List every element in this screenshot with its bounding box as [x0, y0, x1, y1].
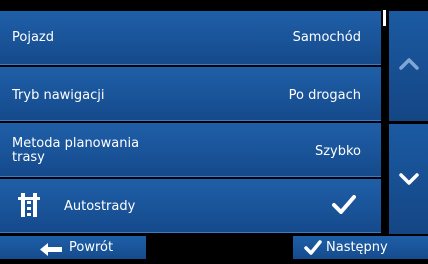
check-icon-next — [304, 240, 322, 263]
settings-row-navigation-mode[interactable]: Tryb nawigacji Po drogach — [0, 67, 381, 121]
back-button[interactable]: Powrót — [0, 236, 146, 259]
vehicle-value: Samochód — [292, 30, 361, 45]
highway-icon — [18, 193, 40, 217]
navigation-mode-label: Tryb nawigacji — [12, 88, 105, 103]
settings-row-highways[interactable]: Autostrady — [0, 179, 381, 233]
scrollbar[interactable] — [381, 0, 389, 235]
chevron-up-icon — [399, 55, 419, 74]
back-button-label: Powrót — [69, 240, 114, 255]
settings-row-route-method[interactable]: Metoda planowania trasy Szybko — [0, 123, 381, 177]
next-button-label: Następny — [326, 240, 388, 255]
route-method-value: Szybko — [314, 144, 361, 159]
scrollbar-thumb[interactable] — [383, 10, 386, 26]
arrow-left-icon — [40, 241, 62, 264]
vehicle-label: Pojazd — [12, 30, 54, 45]
scroll-down-button[interactable] — [389, 124, 428, 234]
chevron-down-icon — [399, 170, 419, 189]
route-method-label-line1: Metoda planowania — [12, 136, 140, 151]
check-icon — [332, 194, 356, 218]
settings-row-vehicle[interactable]: Pojazd Samochód — [0, 11, 381, 65]
next-button[interactable]: Następny — [293, 236, 428, 259]
navigation-mode-value: Po drogach — [288, 88, 361, 103]
scroll-up-button[interactable] — [389, 11, 428, 121]
route-method-label-line2: trasy — [12, 150, 45, 165]
highways-label: Autostrady — [64, 199, 136, 214]
